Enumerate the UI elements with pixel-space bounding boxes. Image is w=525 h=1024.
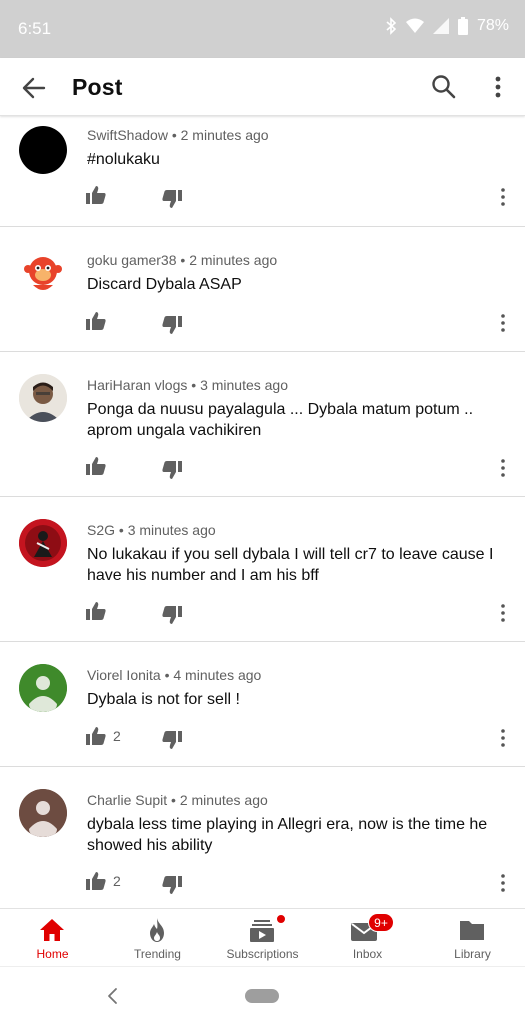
- like-icon[interactable]: [86, 312, 108, 332]
- comment-more-icon[interactable]: [495, 873, 511, 893]
- dislike-icon[interactable]: [162, 731, 184, 751]
- system-home-pill[interactable]: [245, 989, 279, 1003]
- comment-meta: S2G • 3 minutes ago: [87, 522, 216, 538]
- inbox-badge: 9+: [368, 913, 394, 932]
- meta-separator: •: [171, 792, 176, 808]
- dislike-icon[interactable]: [162, 316, 184, 336]
- comment-author[interactable]: SwiftShadow: [87, 127, 168, 143]
- like-icon[interactable]: [86, 457, 108, 477]
- bluetooth-icon: [385, 17, 397, 35]
- subscriptions-badge: [276, 914, 286, 924]
- avatar[interactable]: [19, 789, 67, 837]
- like-icon[interactable]: [86, 602, 108, 622]
- nav-item-inbox[interactable]: 9+ Inbox: [315, 909, 420, 967]
- like-icon[interactable]: [86, 186, 108, 206]
- comment-more-icon[interactable]: [495, 458, 511, 478]
- meta-separator: •: [171, 127, 177, 143]
- comment-more-icon[interactable]: [495, 728, 511, 748]
- dislike-icon[interactable]: [162, 876, 184, 896]
- bottom-nav: Home Trending Subscriptions 9+ Inbox Lib…: [0, 908, 525, 966]
- wifi-icon: [405, 18, 424, 34]
- page-title: Post: [72, 74, 123, 100]
- avatar[interactable]: [19, 519, 67, 567]
- comment-more-icon[interactable]: [495, 603, 511, 623]
- comment-author[interactable]: S2G: [87, 522, 115, 538]
- avatar[interactable]: [19, 374, 67, 422]
- like-icon[interactable]: [86, 872, 108, 892]
- dislike-icon[interactable]: [162, 461, 184, 481]
- nav-item-subscriptions[interactable]: Subscriptions: [210, 909, 315, 967]
- meta-separator: •: [164, 667, 170, 683]
- signal-icon: [432, 18, 449, 34]
- battery-percent: 78%: [476, 17, 509, 34]
- comment-item: S2G • 3 minutes ago No lukakau if you se…: [0, 497, 525, 642]
- nav-label-library: Library: [454, 947, 491, 961]
- back-arrow-icon[interactable]: [20, 74, 48, 102]
- nav-item-trending[interactable]: Trending: [105, 909, 210, 967]
- subscriptions-icon: [249, 918, 275, 942]
- nav-label-home: Home: [36, 947, 69, 961]
- dislike-icon[interactable]: [162, 190, 184, 210]
- comment-time: 2 minutes ago: [179, 792, 268, 808]
- battery-icon: [457, 17, 468, 35]
- like-icon[interactable]: [86, 727, 108, 747]
- comment-author[interactable]: Viorel Ionita: [87, 667, 161, 683]
- comment-time: 3 minutes ago: [127, 522, 216, 538]
- comment-more-icon[interactable]: [495, 313, 511, 333]
- nav-label-subscriptions: Subscriptions: [226, 947, 299, 961]
- like-count: 2: [113, 728, 121, 744]
- meta-separator: •: [191, 377, 197, 393]
- comment-author[interactable]: goku gamer38: [87, 252, 177, 268]
- comment-text: dybala less time playing in Allegri era,…: [87, 816, 488, 854]
- nav-label-inbox: Inbox: [352, 947, 383, 961]
- app-bar: Post: [0, 58, 525, 116]
- comment-meta: Charlie Supit • 2 minutes ago: [87, 792, 268, 808]
- status-icons: 78%: [385, 17, 509, 35]
- comment-text: Discard Dybala ASAP: [87, 276, 242, 293]
- flame-icon: [144, 918, 170, 942]
- comment-item: goku gamer38 • 2 minutes ago Discard Dyb…: [0, 227, 525, 352]
- comment-text: No lukakau if you sell dybala I will tel…: [87, 546, 494, 584]
- comment-time: 2 minutes ago: [189, 252, 278, 268]
- comment-item: Viorel Ionita • 4 minutes ago Dybala is …: [0, 642, 525, 767]
- comment-author[interactable]: HariHaran vlogs: [87, 377, 187, 393]
- comment-author[interactable]: Charlie Supit: [87, 792, 167, 808]
- meta-separator: •: [118, 522, 124, 538]
- comment-meta: SwiftShadow • 2 minutes ago: [87, 127, 269, 143]
- avatar[interactable]: [19, 249, 67, 297]
- like-count: 2: [113, 873, 121, 889]
- comment-time: 3 minutes ago: [200, 377, 289, 393]
- more-options-icon[interactable]: [486, 73, 510, 101]
- comment-item: HariHaran vlogs • 3 minutes ago Ponga da…: [0, 352, 525, 497]
- comment-item: Charlie Supit • 2 minutes ago dybala les…: [0, 767, 525, 908]
- avatar[interactable]: [19, 664, 67, 712]
- home-icon: [39, 918, 65, 942]
- status-bar: 6:51 78%: [0, 0, 525, 58]
- comment-text: Ponga da nuusu payalagula ... Dybala mat…: [87, 401, 474, 439]
- system-back-icon[interactable]: [104, 987, 120, 1005]
- comment-text: Dybala is not for sell !: [87, 691, 240, 708]
- comment-meta: HariHaran vlogs • 3 minutes ago: [87, 377, 288, 393]
- comment-time: 2 minutes ago: [180, 127, 269, 143]
- avatar[interactable]: [19, 126, 67, 174]
- folder-icon: [459, 918, 485, 942]
- dislike-icon[interactable]: [162, 606, 184, 626]
- nav-label-trending: Trending: [134, 947, 181, 961]
- meta-separator: •: [180, 252, 186, 268]
- search-icon[interactable]: [430, 73, 458, 101]
- comment-meta: Viorel Ionita • 4 minutes ago: [87, 667, 261, 683]
- nav-item-library[interactable]: Library: [420, 909, 525, 967]
- system-nav-bar: [0, 966, 525, 1024]
- comment-text: #nolukaku: [87, 151, 160, 168]
- comment-item: SwiftShadow • 2 minutes ago #nolukaku: [0, 117, 525, 227]
- status-time: 6:51: [18, 19, 52, 38]
- nav-item-home[interactable]: Home: [0, 909, 105, 967]
- comment-meta: goku gamer38 • 2 minutes ago: [87, 252, 277, 268]
- comment-more-icon[interactable]: [495, 187, 511, 207]
- comment-time: 4 minutes ago: [173, 667, 262, 683]
